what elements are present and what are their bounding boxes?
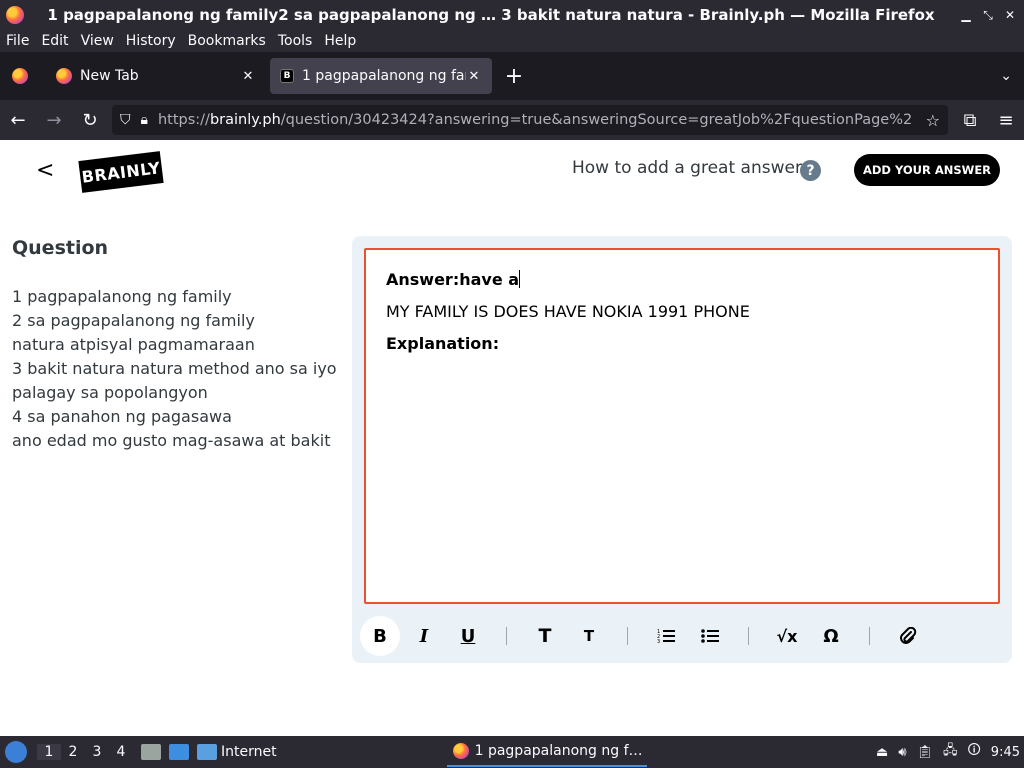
- add-your-answer-button[interactable]: ADD YOUR ANSWER: [854, 154, 1000, 186]
- menu-bar: File Edit View History Bookmarks Tools H…: [0, 30, 1024, 52]
- reload-icon[interactable]: ↻: [72, 110, 108, 131]
- start-menu-icon[interactable]: [5, 741, 27, 763]
- underline-glyph: U: [460, 625, 476, 647]
- tab-label: 1 pagpapalanong ng family2 sa pagpapalan…: [302, 68, 466, 84]
- firefox-view-button[interactable]: [2, 58, 38, 94]
- heading-icon[interactable]: T: [525, 616, 565, 656]
- numbered-list-icon[interactable]: 123: [646, 616, 686, 656]
- tab-label: New Tab: [80, 68, 139, 84]
- toolbar-divider: [506, 627, 507, 645]
- lock-icon[interactable]: 🔒︎: [141, 112, 148, 128]
- window-title: 1 pagpapalanong ng family2 sa pagpapalan…: [47, 6, 935, 24]
- menu-edit[interactable]: Edit: [35, 33, 74, 49]
- firefox-task-icon: [452, 743, 469, 759]
- firefox-tab-icon: [56, 68, 72, 84]
- internet-folder-label[interactable]: Internet: [221, 744, 277, 760]
- window-titlebar: 1 pagpapalanong ng family2 sa pagpapalan…: [0, 0, 1024, 30]
- tab-new-tab[interactable]: New Tab ✕: [46, 58, 266, 94]
- answer-line-1: Answer:have a: [386, 270, 520, 289]
- attachment-icon[interactable]: [888, 616, 928, 656]
- hamburger-menu-icon[interactable]: ≡: [988, 110, 1024, 131]
- url-prefix: https://: [157, 112, 210, 128]
- how-to-answer-link[interactable]: How to add a great answer: [572, 158, 802, 178]
- subheading-glyph: T: [583, 627, 595, 645]
- italic-icon[interactable]: I: [404, 616, 444, 656]
- tab-brainly-question[interactable]: B 1 pagpapalanong ng family2 sa pagpapal…: [270, 58, 492, 94]
- eject-icon[interactable]: ⏏: [876, 745, 888, 760]
- network-icon[interactable]: 🖧: [943, 741, 958, 763]
- desktop-icon[interactable]: [169, 744, 189, 760]
- italic-glyph: I: [419, 625, 429, 647]
- back-arrow-icon[interactable]: ←: [0, 110, 36, 131]
- text-caret: [519, 270, 521, 288]
- system-taskbar: 1 2 3 4 Internet 1 pagpapalanong ng f… ⏏…: [0, 736, 1024, 768]
- menu-help[interactable]: Help: [318, 33, 362, 49]
- bookmark-star-icon[interactable]: ☆: [918, 111, 940, 130]
- extensions-icon[interactable]: ⧉: [952, 110, 988, 131]
- shield-icon[interactable]: ⛉: [120, 112, 131, 128]
- close-tab-icon[interactable]: ✕: [240, 69, 256, 84]
- close-tab-icon[interactable]: ✕: [466, 69, 482, 84]
- notification-icon[interactable]: 🛈: [968, 741, 981, 763]
- tab-bar: New Tab ✕ B 1 pagpapalanong ng family2 s…: [0, 52, 1024, 100]
- clock[interactable]: 9:45: [991, 745, 1020, 760]
- forward-arrow-icon[interactable]: →: [36, 110, 72, 131]
- heading-glyph: T: [538, 625, 552, 647]
- menu-history[interactable]: History: [120, 33, 182, 49]
- close-window-icon[interactable]: ✕: [1002, 7, 1018, 23]
- menu-file[interactable]: File: [0, 33, 35, 49]
- workspace-4[interactable]: 4: [109, 744, 133, 760]
- toolbar-divider: [869, 627, 870, 645]
- menu-bookmarks[interactable]: Bookmarks: [182, 33, 272, 49]
- back-chevron-icon[interactable]: <: [36, 158, 54, 183]
- firefox-logo-icon: [6, 6, 24, 24]
- question-heading: Question: [12, 237, 109, 259]
- answer-line-3: Explanation:: [386, 334, 500, 353]
- minimize-icon[interactable]: ▁: [958, 7, 974, 23]
- help-icon[interactable]: ?: [800, 160, 821, 181]
- menu-view[interactable]: View: [75, 33, 120, 49]
- workspace-3[interactable]: 3: [85, 744, 109, 760]
- math-formula-icon[interactable]: √x: [767, 616, 807, 656]
- symbol-glyph: Ω: [823, 625, 839, 647]
- toolbar-divider: [748, 627, 749, 645]
- svg-text:3: 3: [657, 639, 660, 644]
- url-bar[interactable]: ⛉ 🔒︎ https://brainly.ph/question/3042342…: [112, 105, 948, 135]
- editor-toolbar: B I U T T 123 √x Ω: [360, 616, 1000, 656]
- taskbar-firefox-task[interactable]: 1 pagpapalanong ng f…: [446, 737, 647, 767]
- answer-line-2: MY FAMILY IS DOES HAVE NOKIA 1991 PHONE: [386, 302, 750, 321]
- system-tray: ⏏ 🔊︎ 📋︎ 🖧 🛈 9:45: [876, 741, 1020, 763]
- restore-icon[interactable]: ⤡: [980, 7, 996, 23]
- url-host: brainly.ph: [209, 112, 281, 128]
- task-label: 1 pagpapalanong ng f…: [474, 743, 643, 759]
- volume-icon[interactable]: 🔊︎: [898, 745, 906, 760]
- bold-icon[interactable]: B: [360, 616, 400, 656]
- workspace-2[interactable]: 2: [61, 744, 85, 760]
- bold-glyph: B: [373, 625, 387, 647]
- brainly-logo[interactable]: BRAINLY: [78, 151, 164, 193]
- firefox-icon: [12, 68, 28, 84]
- file-manager-icon[interactable]: [141, 744, 161, 760]
- brainly-header: < BRAINLY How to add a great answer ? AD…: [0, 140, 1024, 201]
- special-symbol-icon[interactable]: Ω: [811, 616, 851, 656]
- page-content: < BRAINLY How to add a great answer ? AD…: [0, 140, 1024, 736]
- clipboard-icon[interactable]: 📋︎: [917, 745, 934, 760]
- brainly-favicon-icon: B: [280, 69, 294, 83]
- new-tab-plus-icon[interactable]: +: [496, 64, 532, 89]
- underline-icon[interactable]: U: [448, 616, 488, 656]
- subheading-icon[interactable]: T: [569, 616, 609, 656]
- folder-icon[interactable]: [197, 744, 217, 760]
- window-controls: ▁ ⤡ ✕: [958, 7, 1018, 23]
- question-text: 1 pagpapalanong ng family 2 sa pagpapala…: [12, 287, 337, 450]
- navigation-bar: ← → ↻ ⛉ 🔒︎ https://brainly.ph/question/3…: [0, 100, 1024, 140]
- workspace-1[interactable]: 1: [37, 744, 61, 760]
- math-glyph: √x: [776, 626, 798, 646]
- menu-tools[interactable]: Tools: [272, 33, 319, 49]
- question-panel: Question 1 pagpapalanong ng family 2 sa …: [0, 201, 352, 736]
- toolbar-divider: [627, 627, 628, 645]
- url-path: /question/30423424?answering=true&answer…: [280, 112, 913, 128]
- list-all-tabs-chevron-icon[interactable]: ⌄: [1000, 68, 1012, 84]
- answer-editor[interactable]: Answer:have a MY FAMILY IS DOES HAVE NOK…: [364, 248, 1000, 604]
- bullet-list-icon[interactable]: [690, 616, 730, 656]
